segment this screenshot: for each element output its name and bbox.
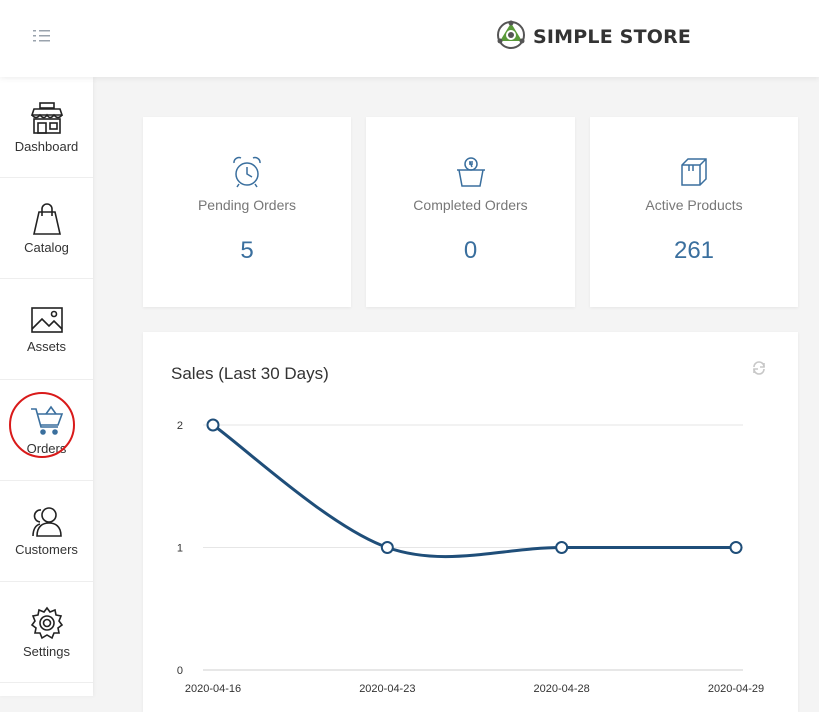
sidebar: Dashboard Catalog Assets Orders Customer…: [0, 77, 93, 696]
data-point: [380, 541, 394, 554]
sidebar-item-label: Settings: [23, 643, 70, 659]
shopping-bag-icon: [30, 202, 64, 240]
sidebar-item-dashboard[interactable]: Dashboard: [0, 77, 93, 178]
y-tick-label: 1: [177, 543, 183, 555]
series-line: [212, 423, 736, 559]
cart-icon: [29, 405, 65, 441]
menu-icon[interactable]: [30, 28, 56, 44]
data-point: [729, 541, 743, 554]
sidebar-item-orders[interactable]: Orders: [0, 380, 93, 481]
sidebar-item-assets[interactable]: Assets: [0, 279, 93, 380]
sales-chart-card: Sales (Last 30 Days) 0 1 2 2020-04-16 2020-0…: [143, 332, 798, 712]
x-tick-label: 2020-04-16: [185, 683, 241, 695]
sidebar-item-label: Dashboard: [14, 138, 79, 154]
stat-value: 261: [673, 237, 715, 264]
brand[interactable]: SIMPLE STORE: [495, 20, 691, 54]
gear-icon: [30, 606, 64, 644]
users-icon: [29, 506, 65, 542]
x-tick-label: 2020-04-29: [708, 683, 764, 695]
data-point: [206, 418, 220, 432]
sidebar-item-label: Orders: [26, 440, 67, 456]
stat-value: 5: [240, 237, 254, 264]
stat-card-pending-orders: Pending Orders 5: [143, 117, 351, 307]
sidebar-item-customers[interactable]: Customers: [0, 481, 93, 582]
sidebar-item-label: Catalog: [24, 239, 69, 255]
stat-title: Completed Orders: [413, 197, 528, 213]
x-tick-label: 2020-04-23: [359, 683, 415, 695]
sales-line-chart: 0 1 2 2020-04-16 2020-04-23 2020-04-28 2020-04…: [177, 418, 764, 695]
stat-card-active-products: Active Products 261: [590, 117, 798, 307]
x-tick-label: 2020-04-28: [534, 683, 590, 695]
stat-value: 0: [463, 237, 478, 264]
sidebar-item-settings[interactable]: Settings: [0, 582, 93, 683]
stat-title: Active Products: [645, 197, 743, 213]
storefront-icon: [30, 101, 64, 139]
sidebar-item-label: Assets: [26, 338, 66, 354]
sidebar-item-label: Customers: [15, 541, 78, 557]
image-icon: [30, 305, 64, 339]
stat-card-completed-orders: Completed Orders 0: [366, 117, 575, 307]
alarm-clock-icon: [230, 155, 264, 188]
stat-title: Pending Orders: [197, 197, 297, 213]
money-basket-icon: [454, 155, 488, 187]
sidebar-item-catalog[interactable]: Catalog: [0, 178, 93, 279]
box-icon: [677, 155, 711, 187]
store-logo-icon: [495, 19, 527, 56]
y-tick-label: 2: [177, 420, 183, 432]
top-bar: SIMPLE STORE: [0, 0, 819, 77]
brand-name: SIMPLE STORE: [533, 26, 692, 48]
y-tick-label: 0: [177, 665, 183, 677]
data-point: [555, 541, 569, 554]
